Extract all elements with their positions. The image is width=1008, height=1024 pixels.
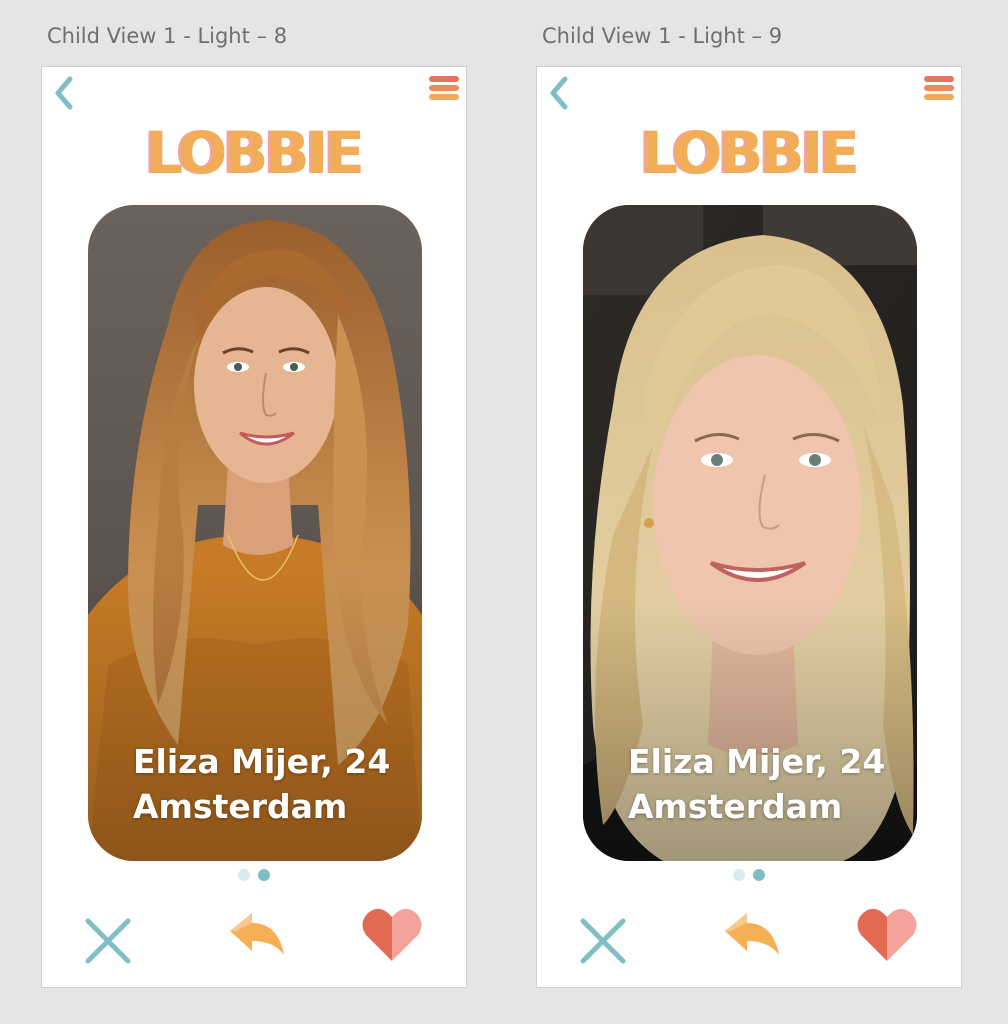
heart-icon[interactable]	[360, 905, 424, 963]
profile-name-age: Eliza Mijer, 24	[628, 742, 886, 781]
artboard-label-1: Child View 1 - Light – 8	[47, 24, 288, 48]
pager-dot-2[interactable]	[753, 869, 765, 881]
close-icon[interactable]	[577, 915, 629, 967]
photo-pager	[238, 869, 270, 881]
reply-icon[interactable]	[721, 909, 783, 961]
profile-city: Amsterdam	[628, 787, 843, 826]
artboard-child-view-9: LOBBIE Eliza Mijer, 24 Amsterdam	[536, 66, 962, 988]
profile-caption: Eliza Mijer, 24 Amsterdam	[133, 739, 390, 829]
back-chevron-icon[interactable]	[50, 72, 80, 112]
pager-dot-1[interactable]	[733, 869, 745, 881]
profile-name-age: Eliza Mijer, 24	[133, 742, 391, 781]
app-logo: LOBBIE	[641, 119, 860, 187]
app-logo: LOBBIE	[146, 119, 365, 187]
profile-city: Amsterdam	[133, 787, 348, 826]
photo-pager	[733, 869, 765, 881]
pager-dot-1[interactable]	[238, 869, 250, 881]
hamburger-menu-icon[interactable]	[923, 73, 955, 105]
artboard-label-2: Child View 1 - Light – 9	[542, 24, 783, 48]
reply-icon[interactable]	[226, 909, 288, 961]
artboard-child-view-8: LOBBIE Eliza Mijer, 24 Amsterdam	[41, 66, 467, 988]
hamburger-menu-icon[interactable]	[428, 73, 460, 105]
heart-icon[interactable]	[855, 905, 919, 963]
profile-caption: Eliza Mijer, 24 Amsterdam	[628, 739, 885, 829]
pager-dot-2[interactable]	[258, 869, 270, 881]
close-icon[interactable]	[82, 915, 134, 967]
profile-photo-card[interactable]: Eliza Mijer, 24 Amsterdam	[583, 205, 917, 861]
back-chevron-icon[interactable]	[545, 72, 575, 112]
profile-photo-card[interactable]: Eliza Mijer, 24 Amsterdam	[88, 205, 422, 861]
